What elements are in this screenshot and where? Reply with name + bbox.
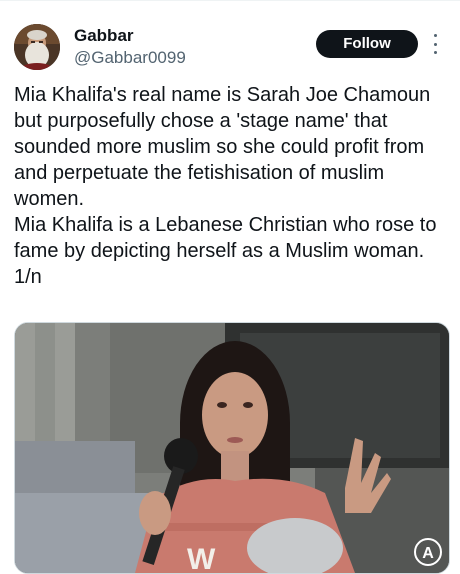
follow-button[interactable]: Follow	[316, 30, 418, 58]
author-handle[interactable]: @Gabbar0099	[74, 48, 186, 68]
photo-woman-with-microphone: W A	[15, 323, 449, 573]
bearded-man-avatar-icon	[14, 24, 60, 70]
author-name[interactable]: Gabbar	[74, 26, 134, 46]
tweet-text: Mia Khalifa's real name is Sarah Joe Cha…	[14, 84, 437, 288]
svg-text:W: W	[187, 543, 216, 573]
vertical-ellipsis-icon	[433, 34, 437, 37]
top-divider	[0, 0, 460, 1]
barstool-logo-icon: A	[422, 545, 434, 562]
more-options-button[interactable]	[428, 34, 442, 54]
author-avatar[interactable]	[14, 24, 60, 70]
tweet-media-photo[interactable]: W A	[14, 322, 450, 574]
